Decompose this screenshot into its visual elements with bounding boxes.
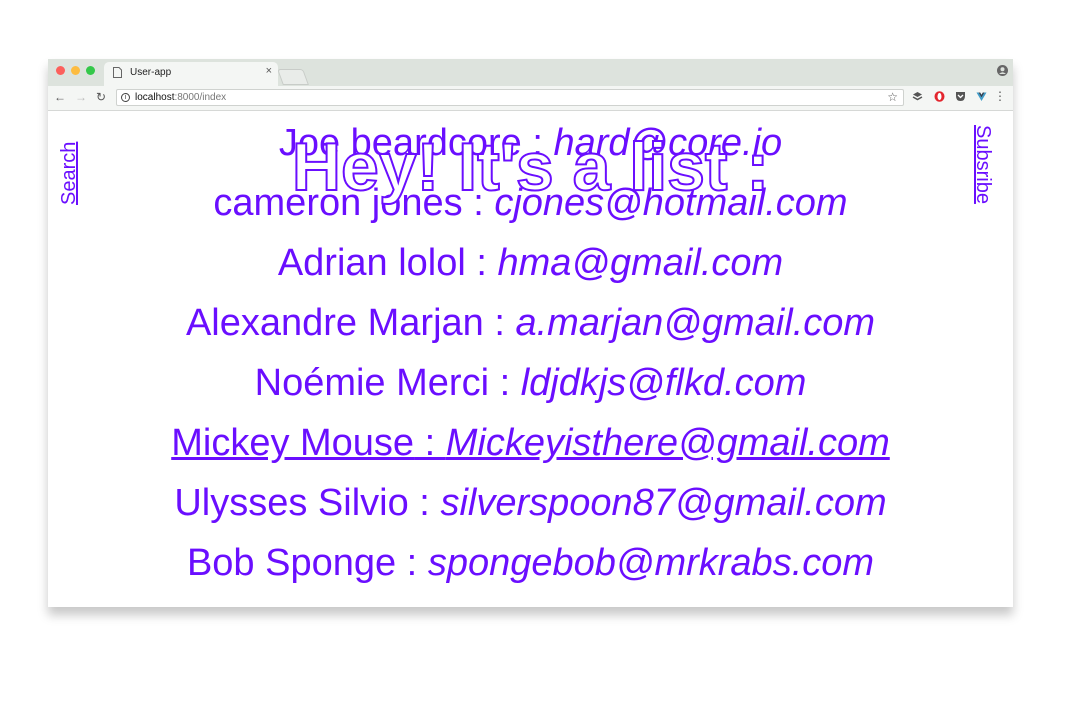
list-item[interactable]: Adrian lolol : hma@gmail.com bbox=[48, 241, 1013, 285]
menu-icon[interactable]: ⋮ bbox=[994, 90, 1006, 102]
new-tab-button[interactable] bbox=[277, 69, 309, 85]
address-bar[interactable]: i localhost:8000/index ☆ bbox=[116, 89, 904, 106]
list-item[interactable]: Alexandre Marjan : a.marjan@gmail.com bbox=[48, 301, 1013, 345]
vue-icon[interactable] bbox=[976, 91, 987, 102]
tab-user-app[interactable]: User-app × bbox=[104, 62, 278, 86]
list-item[interactable]: Noémie Merci : ldjdkjs@flkd.com bbox=[48, 361, 1013, 405]
close-icon[interactable]: × bbox=[266, 66, 272, 77]
document-icon bbox=[113, 67, 122, 78]
browser-window: User-app × ← → ↻ i localhost:8000/index … bbox=[48, 59, 1013, 607]
page-content: Search Subsribe Joe beardcore : hard@cor… bbox=[48, 111, 1013, 607]
star-icon[interactable]: ☆ bbox=[887, 90, 898, 104]
maximize-window-button[interactable] bbox=[86, 66, 95, 75]
minimize-window-button[interactable] bbox=[71, 66, 80, 75]
list-item[interactable]: Ulysses Silvio : silverspoon87@gmail.com bbox=[48, 481, 1013, 525]
tab-strip: User-app × bbox=[48, 59, 1013, 86]
shield-icon[interactable] bbox=[955, 91, 966, 102]
browser-toolbar: ← → ↻ i localhost:8000/index ☆ ⋮ bbox=[48, 86, 1013, 111]
forward-button[interactable]: → bbox=[75, 91, 87, 104]
list-item[interactable]: Bob Sponge : spongebob@mrkrabs.com bbox=[48, 541, 1013, 585]
reload-button[interactable]: ↻ bbox=[96, 91, 106, 104]
tab-title: User-app bbox=[130, 67, 172, 78]
back-button[interactable]: ← bbox=[54, 91, 66, 104]
page-title: Hey! It's a list : bbox=[291, 128, 770, 206]
info-icon[interactable]: i bbox=[121, 93, 130, 102]
opera-icon[interactable] bbox=[934, 91, 945, 102]
profile-icon[interactable] bbox=[997, 65, 1008, 76]
close-window-button[interactable] bbox=[56, 66, 65, 75]
pocket-icon[interactable] bbox=[912, 91, 923, 102]
list-item[interactable]: Mickey Mouse : Mickeyisthere@gmail.com bbox=[48, 421, 1013, 465]
url-text: localhost:8000/index bbox=[135, 92, 227, 103]
